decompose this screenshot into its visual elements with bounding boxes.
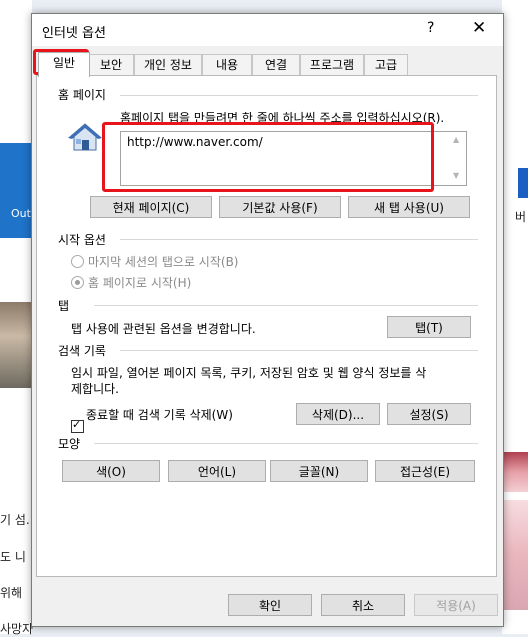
- background-right-photo: [502, 452, 528, 492]
- apply-button[interactable]: 적용(A): [414, 594, 498, 616]
- use-current-button[interactable]: 현재 페이지(C): [90, 196, 212, 218]
- homepage-section-label: 홈 페이지: [58, 88, 106, 102]
- background-photo: [0, 302, 32, 388]
- background-text-line: 위해: [0, 586, 23, 600]
- scroll-up-icon[interactable]: ▲: [453, 135, 459, 144]
- cancel-button[interactable]: 취소: [321, 594, 405, 616]
- tabs-section-label: 탭: [58, 299, 70, 313]
- colors-button[interactable]: 색(O): [62, 460, 160, 482]
- delete-on-exit-checkbox[interactable]: [71, 418, 84, 433]
- radio-button[interactable]: [71, 255, 84, 268]
- radio-last-session[interactable]: 마지막 세션의 탭으로 시작(B): [71, 253, 238, 270]
- home-icon: [68, 123, 102, 151]
- tab-programs[interactable]: 프로그램: [300, 54, 364, 75]
- background-right-tile: [518, 168, 528, 198]
- section-divider: [94, 443, 478, 444]
- use-new-tab-button[interactable]: 새 탭 사용(U): [348, 196, 470, 218]
- radio-button[interactable]: [71, 276, 84, 289]
- textarea-scrollbar[interactable]: ▲ ▼: [450, 133, 465, 184]
- startup-section-label: 시작 옵션: [58, 233, 106, 247]
- languages-button[interactable]: 언어(L): [168, 460, 266, 482]
- title-bar[interactable]: 인터넷 옵션 ? ✕: [32, 14, 503, 46]
- section-divider: [120, 239, 478, 240]
- background-text-line: 도 니: [0, 550, 26, 564]
- history-text-line1: 임시 파일, 열어본 페이지 목록, 쿠키, 저장된 암호 및 웹 양식 정보를…: [71, 366, 427, 380]
- fonts-button[interactable]: 글꼴(N): [270, 460, 368, 482]
- ok-button[interactable]: 확인: [228, 594, 312, 616]
- tab-privacy[interactable]: 개인 정보: [134, 54, 202, 75]
- scroll-down-icon[interactable]: ▼: [453, 171, 459, 180]
- history-settings-button[interactable]: 설정(S): [387, 403, 471, 425]
- close-button[interactable]: ✕: [472, 18, 486, 38]
- tabs-section-text: 탭 사용에 관련된 옵션을 변경합니다.: [71, 322, 256, 336]
- background-banner-text: Out: [11, 207, 31, 220]
- homepage-url-value: http://www.naver.com/: [127, 135, 263, 149]
- radio-label: 홈 페이지로 시작(H): [88, 276, 192, 290]
- tab-general[interactable]: 일반: [38, 52, 90, 77]
- tab-strip: 일반 보안 개인 정보 내용 연결 프로그램 고급: [36, 52, 496, 77]
- background-right-photo: [502, 500, 528, 610]
- section-divider: [94, 305, 478, 306]
- section-divider: [120, 95, 478, 96]
- homepage-hint: 홈페이지 탭을 만들려면 한 줄에 하나씩 주소를 입력하십시오(R).: [120, 111, 445, 125]
- delete-on-exit-label[interactable]: 종료할 때 검색 기록 삭제(W): [86, 406, 233, 423]
- homepage-url-input[interactable]: http://www.naver.com/ ▲ ▼: [120, 131, 467, 186]
- background-banner: Out: [0, 143, 32, 238]
- tabs-settings-button[interactable]: 탭(T): [387, 316, 471, 338]
- tab-security[interactable]: 보안: [88, 54, 134, 75]
- history-section-label: 검색 기록: [58, 344, 106, 358]
- radio-home-page[interactable]: 홈 페이지로 시작(H): [71, 274, 191, 291]
- radio-label: 마지막 세션의 탭으로 시작(B): [88, 255, 239, 269]
- background-text-line: 사망자: [0, 622, 34, 636]
- tab-connections[interactable]: 연결: [252, 54, 300, 75]
- section-divider: [120, 350, 478, 351]
- background-right-text: 버: [515, 210, 527, 224]
- background-text-line: 기 섬.: [0, 513, 30, 527]
- use-default-button[interactable]: 기본값 사용(F): [219, 196, 341, 218]
- dialog-title: 인터넷 옵션: [42, 26, 106, 41]
- accessibility-button[interactable]: 접근성(E): [375, 460, 475, 482]
- tab-advanced[interactable]: 고급: [364, 54, 408, 75]
- history-text-line2: 제합니다.: [71, 382, 119, 396]
- help-button[interactable]: ?: [427, 20, 434, 36]
- tab-content[interactable]: 내용: [202, 54, 252, 75]
- appearance-section-label: 모양: [58, 437, 81, 451]
- delete-history-button[interactable]: 삭제(D)...: [296, 403, 380, 425]
- internet-options-dialog: 인터넷 옵션 ? ✕ 일반 보안 개인 정보 내용 연결 프로그램 고급 홈 페…: [31, 13, 504, 627]
